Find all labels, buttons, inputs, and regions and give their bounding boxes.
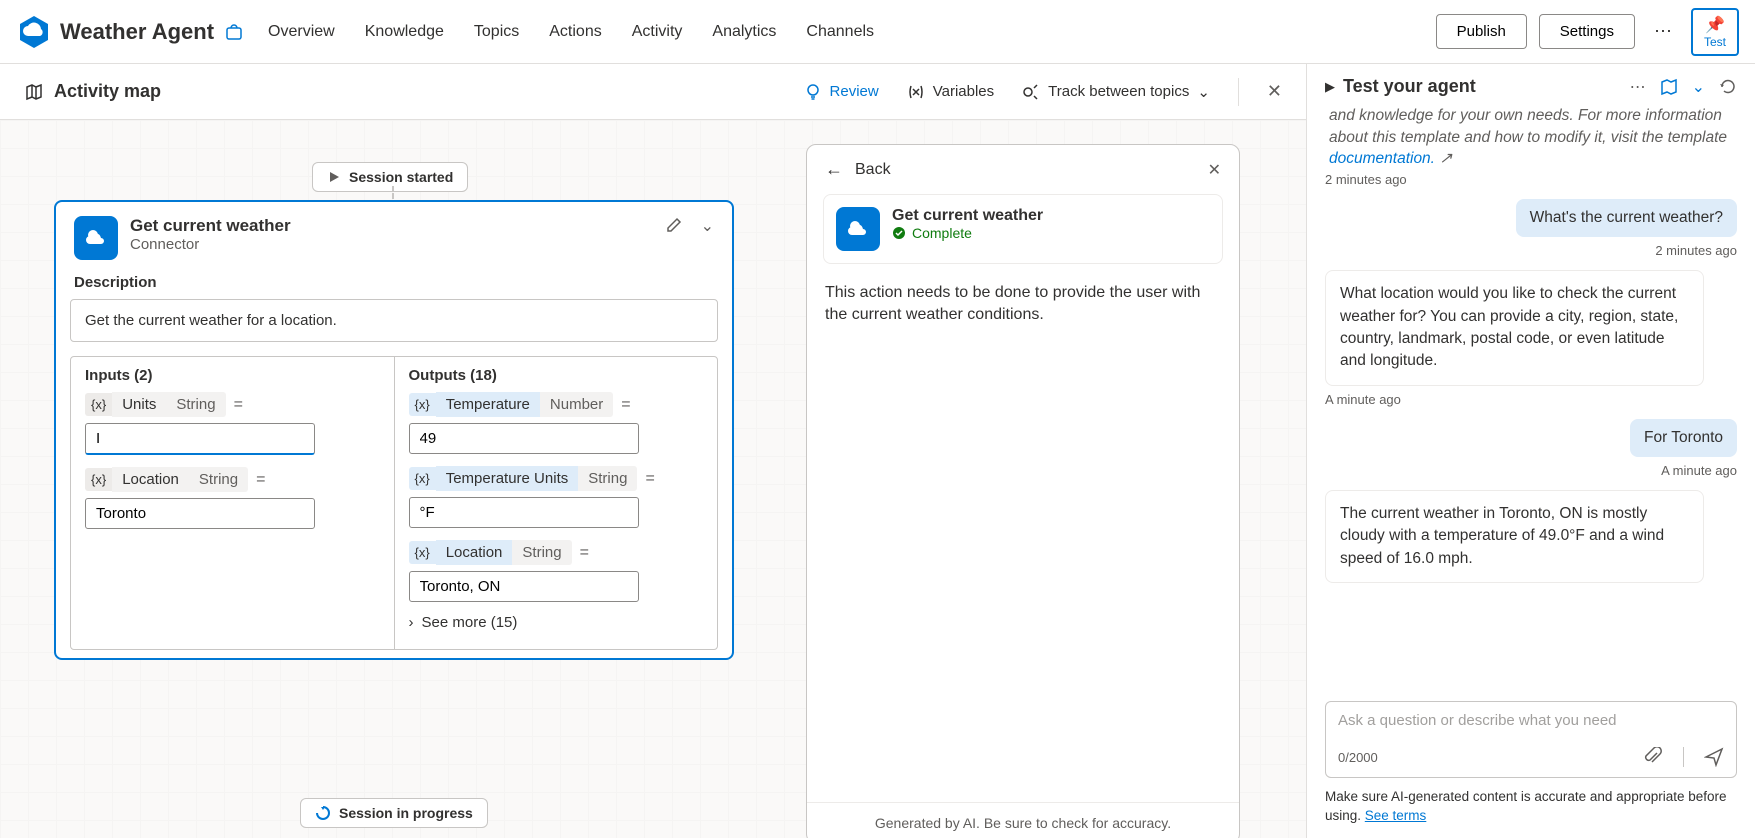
- see-more-button[interactable]: › See more (15): [409, 614, 704, 631]
- outputs-column: Outputs (18) {x} Temperature Number = {x…: [394, 357, 718, 649]
- tab-analytics[interactable]: Analytics: [712, 23, 776, 41]
- output-var-temperature[interactable]: {x} Temperature Number =: [409, 392, 631, 417]
- chevron-down-icon: ⌄: [1197, 83, 1210, 101]
- compose-placeholder: Ask a question or describe what you need: [1338, 712, 1724, 729]
- detail-block: Get current weather Complete: [823, 194, 1223, 264]
- tab-channels[interactable]: Channels: [806, 23, 874, 41]
- connector-card[interactable]: Get current weather Connector ⌄ Descript…: [54, 200, 734, 660]
- track-icon: [1022, 83, 1040, 101]
- canvas-area: Activity map Review Variables: [0, 64, 1307, 838]
- description-text: Get the current weather for a location.: [70, 299, 718, 342]
- session-progress-node[interactable]: Session in progress: [300, 798, 488, 828]
- description-label: Description: [56, 274, 732, 291]
- intro-message: and knowledge for your own needs. For mo…: [1325, 105, 1737, 170]
- timestamp: 2 minutes ago: [1655, 243, 1737, 258]
- input-location-field[interactable]: [85, 498, 315, 529]
- close-canvas-icon[interactable]: ✕: [1267, 81, 1282, 102]
- canvas-toolbar: Activity map Review Variables: [0, 64, 1306, 120]
- back-icon[interactable]: ←: [825, 159, 843, 180]
- output-var-temp-units[interactable]: {x} Temperature Units String =: [409, 466, 655, 491]
- chevron-down-icon[interactable]: ⌄: [1692, 77, 1705, 97]
- tab-activity[interactable]: Activity: [632, 23, 683, 41]
- tab-topics[interactable]: Topics: [474, 23, 519, 41]
- topbar: Weather Agent Overview Knowledge Topics …: [0, 0, 1755, 64]
- close-detail-icon[interactable]: ✕: [1208, 160, 1221, 180]
- bot-message: What location would you like to check th…: [1325, 270, 1704, 386]
- edit-icon[interactable]: [665, 216, 683, 236]
- output-var-location[interactable]: {x} Location String =: [409, 540, 589, 565]
- refresh-icon[interactable]: [1719, 78, 1737, 96]
- test-title: Test your agent: [1343, 76, 1476, 97]
- bot-icon[interactable]: [224, 22, 244, 42]
- attach-icon[interactable]: [1643, 747, 1663, 767]
- chevron-right-icon: ›: [409, 614, 414, 631]
- tab-knowledge[interactable]: Knowledge: [365, 23, 444, 41]
- send-icon[interactable]: [1704, 747, 1724, 767]
- app-title: Weather Agent: [60, 19, 214, 45]
- more-menu-icon[interactable]: ⋯: [1647, 21, 1679, 42]
- more-icon[interactable]: ⋯: [1630, 77, 1646, 97]
- detail-note: This action needs to be done to provide …: [807, 264, 1239, 345]
- app-logo: [16, 14, 52, 50]
- test-toggle[interactable]: 📌 Test: [1691, 8, 1739, 56]
- timestamp: A minute ago: [1325, 392, 1737, 407]
- outputs-label: Outputs (18): [409, 367, 704, 384]
- detail-panel: ← Back ✕ Get current weather C: [806, 144, 1240, 838]
- input-units-field[interactable]: [85, 423, 315, 455]
- session-started-node[interactable]: Session started: [312, 162, 468, 192]
- lightbulb-icon: [804, 83, 822, 101]
- input-var-units[interactable]: {x} Units String =: [85, 392, 243, 417]
- doc-link[interactable]: documentation.: [1329, 150, 1435, 167]
- map-icon[interactable]: [1660, 78, 1678, 96]
- chat-log[interactable]: and knowledge for your own needs. For mo…: [1325, 105, 1737, 691]
- status-badge: Complete: [892, 225, 1043, 241]
- map-icon: [24, 82, 44, 102]
- weather-icon: [836, 207, 880, 251]
- chevron-down-icon[interactable]: ⌄: [701, 216, 714, 236]
- review-button[interactable]: Review: [804, 83, 879, 101]
- play-icon: [327, 170, 341, 184]
- connector-title: Get current weather: [130, 216, 291, 236]
- disclaimer: Make sure AI-generated content is accura…: [1325, 788, 1737, 826]
- external-icon: ↗: [1439, 150, 1452, 167]
- variable-icon: [907, 83, 925, 101]
- output-temperature-field[interactable]: [409, 423, 639, 454]
- nav-tabs: Overview Knowledge Topics Actions Activi…: [268, 23, 874, 41]
- detail-title: Get current weather: [892, 207, 1043, 225]
- tab-actions[interactable]: Actions: [549, 23, 601, 41]
- variables-button[interactable]: Variables: [907, 83, 994, 101]
- compose-box[interactable]: Ask a question or describe what you need…: [1325, 701, 1737, 778]
- publish-button[interactable]: Publish: [1436, 14, 1527, 49]
- timestamp: 2 minutes ago: [1325, 172, 1737, 187]
- collapse-icon[interactable]: ▶: [1325, 79, 1335, 95]
- user-message: What's the current weather?: [1516, 199, 1737, 237]
- inputs-column: Inputs (2) {x} Units String = {x} Locati…: [71, 357, 394, 649]
- checkmark-icon: [892, 226, 906, 240]
- bot-message: The current weather in Toronto, ON is mo…: [1325, 490, 1704, 583]
- tab-overview[interactable]: Overview: [268, 23, 335, 41]
- track-button[interactable]: Track between topics ⌄: [1022, 83, 1210, 101]
- output-temp-units-field[interactable]: [409, 497, 639, 528]
- spinner-icon: [315, 805, 331, 821]
- user-message: For Toronto: [1630, 419, 1737, 457]
- canvas-title: Activity map: [24, 81, 161, 102]
- back-label[interactable]: Back: [855, 161, 891, 179]
- settings-button[interactable]: Settings: [1539, 14, 1635, 49]
- output-location-field[interactable]: [409, 571, 639, 602]
- char-counter: 0/2000: [1338, 750, 1378, 765]
- terms-link[interactable]: See terms: [1365, 808, 1427, 823]
- detail-footer: Generated by AI. Be sure to check for ac…: [807, 802, 1239, 838]
- timestamp: A minute ago: [1661, 463, 1737, 478]
- pin-icon: 📌: [1705, 15, 1725, 35]
- input-var-location[interactable]: {x} Location String =: [85, 467, 265, 492]
- connector-subtitle: Connector: [130, 236, 291, 253]
- inputs-label: Inputs (2): [85, 367, 380, 384]
- weather-icon: [74, 216, 118, 260]
- canvas-body[interactable]: Session started Get current weather Conn…: [0, 120, 1306, 838]
- test-panel: ▶ Test your agent ⋯ ⌄ and knowledge for …: [1307, 64, 1755, 838]
